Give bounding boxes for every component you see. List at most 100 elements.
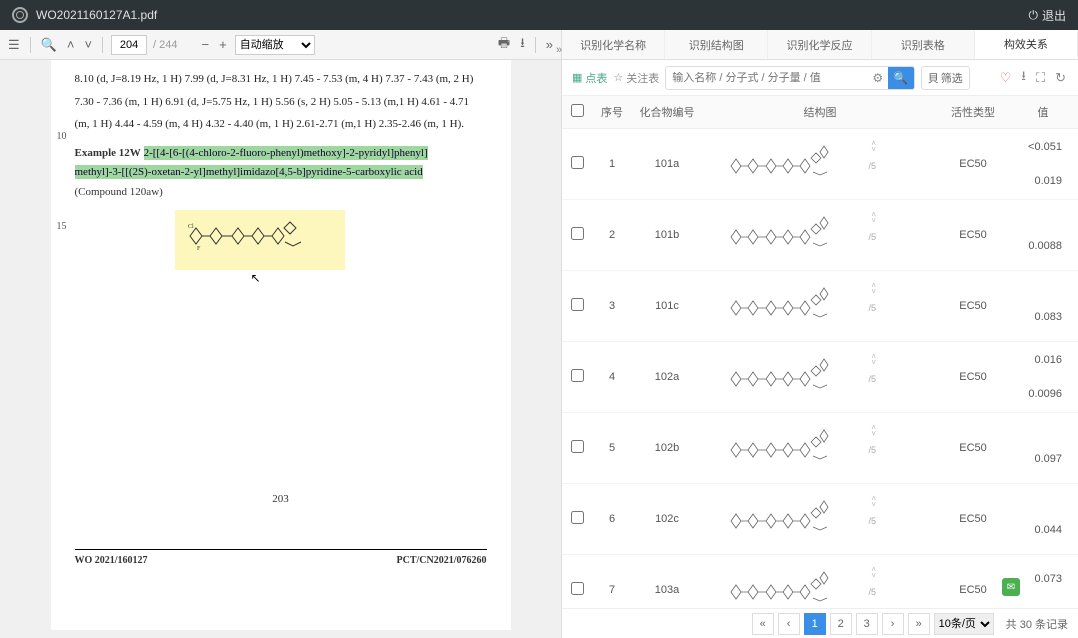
row-checkbox[interactable]	[571, 440, 584, 453]
search-icon[interactable]: 🔍	[39, 35, 59, 55]
cell-value: <0.0510.019	[1014, 137, 1072, 191]
col-activity[interactable]: 活性类型	[938, 96, 1008, 129]
tab-chem-names[interactable]: 识别化学名称	[562, 30, 665, 59]
sort-arrows-icon[interactable]: ˄˅	[871, 567, 876, 579]
search-icon: 🔍	[893, 71, 908, 85]
cell-structure[interactable]: ˄˅/5	[708, 417, 878, 479]
structure-highlight[interactable]: Cl F	[175, 210, 345, 270]
table-row[interactable]: 3101c˄˅/5EC500.083	[562, 271, 1078, 342]
sort-arrows-icon[interactable]: ˄˅	[871, 141, 876, 153]
sort-hint: /5	[868, 161, 876, 171]
cell-compound-id: 103a	[632, 555, 702, 609]
tab-bar: 识别化学名称 识别结构图 识别化学反应 识别表格 构效关系	[562, 30, 1078, 60]
power-icon: ⏻	[1028, 8, 1038, 23]
sort-arrows-icon[interactable]: ˄˅	[871, 212, 876, 224]
tab-sar[interactable]: 构效关系	[975, 30, 1078, 59]
favorite-icon[interactable]: ♡	[998, 68, 1014, 88]
row-checkbox[interactable]	[571, 369, 584, 382]
page-2-button[interactable]: 2	[830, 613, 852, 635]
sar-table: 序号 化合物编号 结构图 活性类型 值 1101a˄˅/5EC50<0.0510…	[562, 96, 1078, 608]
export-icon[interactable]: ⭳	[1019, 65, 1028, 91]
tab-reactions[interactable]: 识别化学反应	[768, 30, 871, 59]
sort-hint: /5	[868, 516, 876, 526]
filter-button[interactable]: ⾙筛选	[921, 66, 970, 90]
cell-structure[interactable]: ˄˅/5	[708, 346, 878, 408]
col-compound-id[interactable]: 化合物编号	[632, 96, 702, 129]
search-settings-icon[interactable]: ⚙	[868, 71, 888, 85]
annotate-view-button[interactable]: ☆关注表	[613, 70, 659, 86]
table-row[interactable]: 7103a˄˅/5EC500.073	[562, 555, 1078, 609]
page-1-button[interactable]: 1	[804, 613, 826, 635]
page-size-select[interactable]: 10条/页	[934, 613, 994, 635]
table-row[interactable]: 6102c˄˅/5EC500.044	[562, 484, 1078, 555]
col-value[interactable]: 值	[1008, 96, 1078, 129]
tab-structures[interactable]: 识别结构图	[665, 30, 768, 59]
download-icon[interactable]: ⭳	[518, 32, 527, 58]
more-tools-icon[interactable]: »	[544, 35, 555, 54]
cell-structure[interactable]: ˄˅ /5	[708, 133, 878, 195]
sort-arrows-icon[interactable]: ˄˅	[871, 496, 876, 508]
table-scroll[interactable]: 序号 化合物编号 结构图 活性类型 值 1101a˄˅/5EC50<0.0510…	[562, 96, 1078, 608]
page-number-input[interactable]	[111, 35, 147, 55]
cell-value: 0.097	[1014, 427, 1072, 469]
next-page-button[interactable]: ›	[882, 613, 904, 635]
next-match-icon[interactable]: ˅	[82, 35, 94, 54]
sidebar-toggle-icon[interactable]: ☰	[6, 35, 22, 55]
page-3-button[interactable]: 3	[856, 613, 878, 635]
table-row[interactable]: 5102b˄˅/5EC500.097	[562, 413, 1078, 484]
table-row[interactable]: 2101b˄˅/5EC500.0088	[562, 200, 1078, 271]
row-checkbox[interactable]	[571, 227, 584, 240]
row-checkbox[interactable]	[571, 156, 584, 169]
search-button[interactable]: 🔍	[888, 66, 914, 90]
row-checkbox[interactable]	[571, 582, 584, 595]
refresh-icon[interactable]: ↻	[1053, 68, 1068, 88]
col-structure[interactable]: 结构图	[702, 96, 938, 129]
tab-tables[interactable]: 识别表格	[872, 30, 975, 59]
prev-match-icon[interactable]: ˄	[65, 35, 77, 54]
cell-structure[interactable]: ˄˅ /5	[708, 275, 878, 337]
sort-arrows-icon[interactable]: ˄˅	[871, 425, 876, 437]
logout-button[interactable]: ⏻ 退出	[1028, 7, 1066, 24]
table-row[interactable]: 1101a˄˅/5EC50<0.0510.019	[562, 129, 1078, 200]
last-page-button[interactable]: »	[908, 613, 930, 635]
cell-index: 6	[592, 484, 632, 555]
zoom-in-icon[interactable]: +	[217, 35, 229, 54]
cell-index: 4	[592, 342, 632, 413]
cell-index: 2	[592, 200, 632, 271]
table-row[interactable]: 4102a˄˅/5 EC50 0.0160.0096	[562, 342, 1078, 413]
sort-arrows-icon[interactable]: ˄˅	[871, 283, 876, 295]
pdf-viewport[interactable]: 8.10 (d, J=8.19 Hz, 1 H) 7.99 (d, J=8.31…	[0, 60, 561, 638]
zoom-mode-select[interactable]: 自动缩放	[235, 35, 315, 55]
cell-structure[interactable]: ˄˅ /5	[708, 488, 878, 550]
titlebar: WO2021160127A1.pdf ⏻ 退出	[0, 0, 1078, 30]
sort-hint: /5	[868, 303, 876, 313]
row-checkbox[interactable]	[571, 298, 584, 311]
cell-compound-id: 101a	[632, 129, 702, 200]
search-input[interactable]	[666, 72, 867, 84]
cell-compound-id: 102a	[632, 342, 702, 413]
cell-value: 0.0088	[1014, 214, 1072, 256]
cell-activity: EC50	[944, 367, 1002, 387]
grid-view-button[interactable]: ▦点表	[572, 70, 607, 86]
cell-structure[interactable]: ˄˅/5	[708, 559, 878, 608]
collapse-handle-icon[interactable]: »	[556, 44, 562, 56]
select-all-checkbox[interactable]	[571, 104, 584, 117]
feedback-badge-icon[interactable]: ✉	[1002, 578, 1020, 596]
footer-right: PCT/CN2021/076260	[397, 552, 487, 569]
first-page-button[interactable]: «	[752, 613, 774, 635]
col-index[interactable]: 序号	[592, 96, 632, 129]
row-checkbox[interactable]	[571, 511, 584, 524]
cell-index: 3	[592, 271, 632, 342]
prev-page-button[interactable]: ‹	[778, 613, 800, 635]
sort-arrows-icon[interactable]: ˄˅	[871, 354, 876, 366]
file-name: WO2021160127A1.pdf	[36, 8, 157, 22]
grid-icon: ▦	[572, 71, 582, 84]
cell-value: 0.0160.0096	[1014, 350, 1072, 404]
compound-label: (Compound 120aw)	[75, 183, 487, 202]
cell-structure[interactable]: ˄˅/5	[708, 204, 878, 266]
table-toolbar: ▦点表 ☆关注表 ⚙ 🔍 ⾙筛选 ♡ ⭳ ⛶ ↻	[562, 60, 1078, 96]
highlighted-name: 2-[[4-[6-[(4-chloro-2-fluoro-phenyl)meth…	[144, 146, 428, 160]
zoom-out-icon[interactable]: −	[200, 35, 212, 54]
print-icon[interactable]: 🖶	[496, 32, 512, 58]
fullscreen-icon[interactable]: ⛶	[1034, 68, 1047, 88]
